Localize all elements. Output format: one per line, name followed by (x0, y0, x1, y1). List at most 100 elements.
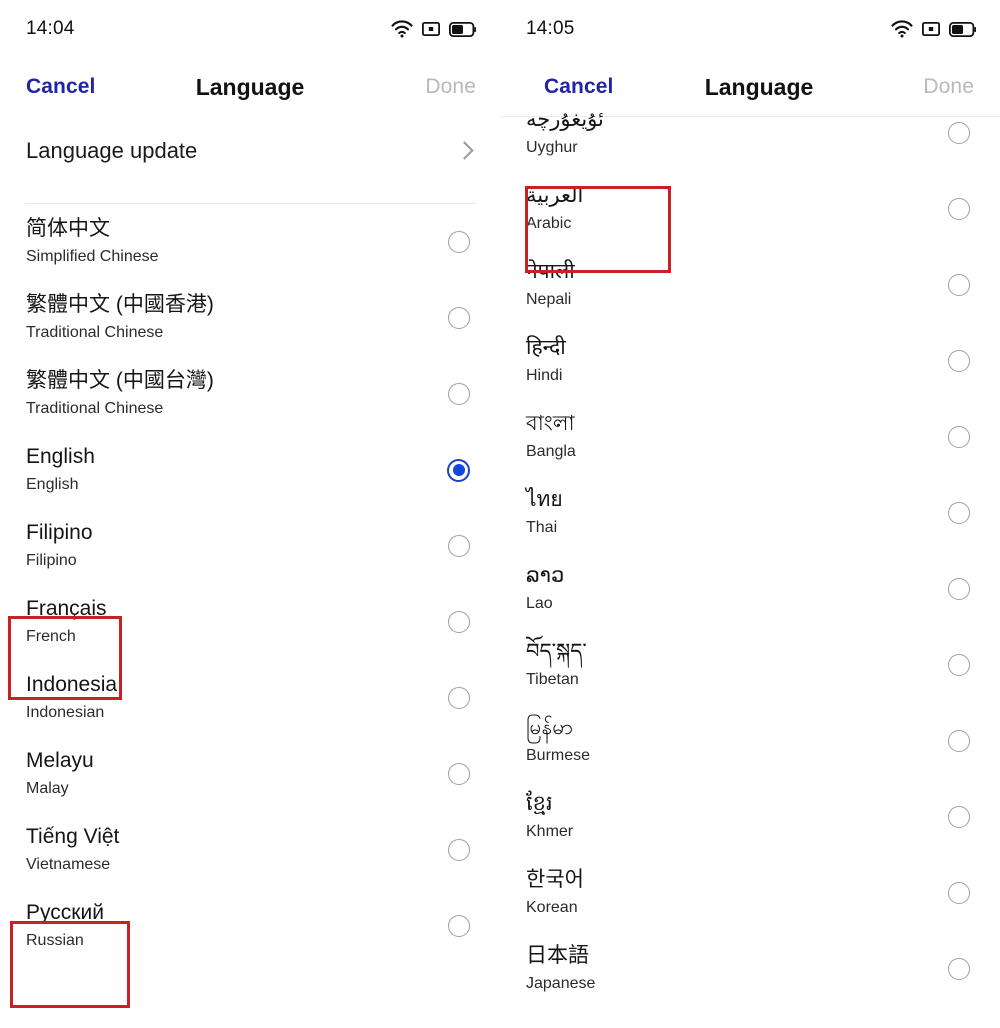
radio-button-selected[interactable] (447, 458, 470, 482)
language-row[interactable]: ລາວ Lao (500, 551, 1000, 627)
language-english-name: Malay (26, 779, 69, 797)
language-row-texts: ไทย Thai (526, 487, 563, 538)
language-english-name: Hindi (526, 366, 563, 384)
language-row[interactable]: Русский Russian (0, 888, 500, 964)
language-row-texts: 日本語 Japanese (526, 943, 595, 994)
language-english-name: English (26, 475, 79, 493)
language-row-texts: 简体中文 Simplified Chinese (26, 216, 159, 267)
language-native-name: 繁體中文 (中國香港) (26, 293, 214, 317)
language-rows-left: 简体中文 Simplified Chinese 繁體中文 (中國香港) Traditi… (0, 204, 500, 964)
language-row[interactable]: Melayu Malay (0, 736, 500, 812)
language-row-texts: ລາວ Lao (526, 563, 564, 614)
language-english-name: Khmer (526, 822, 574, 840)
language-row[interactable]: 日本語 Japanese (500, 931, 1000, 1007)
language-english-name: Japanese (526, 974, 596, 992)
radio-button[interactable] (948, 806, 970, 828)
language-row[interactable]: ខ្មែរ Khmer (500, 779, 1000, 855)
language-update-row[interactable]: Language update (0, 116, 500, 186)
battery-icon (449, 21, 476, 37)
radio-button[interactable] (448, 535, 470, 557)
language-row[interactable]: 简体中文 Simplified Chinese (0, 204, 500, 280)
language-row-texts: Indonesia Indonesian (26, 672, 117, 723)
radio-button[interactable] (448, 231, 470, 253)
language-english-name: Traditional Chinese (26, 399, 164, 417)
language-row[interactable]: हिन्दी Hindi (500, 323, 1000, 399)
language-row[interactable]: 한국어 Korean (500, 855, 1000, 931)
radio-button[interactable] (448, 839, 470, 861)
status-icon-group (891, 20, 976, 38)
language-native-name: Tiếng Việt (26, 825, 120, 849)
radio-button[interactable] (948, 958, 970, 980)
language-native-name: Русский (26, 901, 104, 925)
language-english-name: French (26, 627, 76, 645)
language-row-texts: 繁體中文 (中國台灣) Traditional Chinese (26, 368, 214, 419)
language-row[interactable]: 繁體中文 (中國台灣) Traditional Chinese (0, 356, 500, 432)
language-native-name: Français (26, 597, 107, 621)
language-row[interactable]: বাংলা Bangla (500, 399, 1000, 475)
language-english-name: Thai (526, 518, 558, 536)
language-row-texts: မြန်မာ Burmese (526, 715, 590, 766)
radio-button[interactable] (948, 198, 970, 220)
language-native-name: ไทย (526, 488, 563, 512)
language-row-texts: العربية Arabic (526, 183, 583, 234)
language-row-texts: Français French (26, 596, 107, 647)
radio-button[interactable] (948, 882, 970, 904)
language-row[interactable]: ไทย Thai (500, 475, 1000, 551)
radio-button[interactable] (448, 687, 470, 709)
language-row[interactable]: नेपाली Nepali (500, 247, 1000, 323)
language-native-name: 한국어 (526, 868, 584, 892)
language-row[interactable]: 繁體中文 (中國香港) Traditional Chinese (0, 280, 500, 356)
language-english-name: Nepali (526, 290, 572, 308)
language-list-right: ئۇيغۇرچە Uyghur العربية Arabic नेपाली Nepali ह… (500, 95, 1000, 1007)
language-native-name: English (26, 445, 95, 469)
language-english-name: Burmese (526, 746, 591, 764)
radio-button[interactable] (948, 350, 970, 372)
language-native-name: বাংলা (526, 412, 575, 436)
language-english-name: Indonesian (26, 703, 105, 721)
nav-bar: Cancel Language Done (0, 58, 500, 116)
radio-button[interactable] (948, 502, 970, 524)
language-list-left: Language update 简体中文 Simplified Chinese 繁體… (0, 116, 500, 964)
phone-screen-right: 14:05 Cancel Language Done ئۇيغۇرچە Uygh… (500, 0, 1000, 1028)
language-row[interactable]: Indonesia Indonesian (0, 660, 500, 736)
radio-button[interactable] (948, 654, 970, 676)
language-native-name: 简体中文 (26, 217, 110, 241)
screencast-icon (422, 22, 440, 36)
language-row[interactable]: العربية Arabic (500, 171, 1000, 247)
language-native-name: Melayu (26, 749, 94, 773)
wifi-icon (891, 20, 913, 38)
language-native-name: नेपाली (526, 260, 575, 284)
language-english-name: Traditional Chinese (26, 323, 164, 341)
language-row-texts: 한국어 Korean (526, 867, 584, 918)
radio-button[interactable] (448, 763, 470, 785)
radio-button[interactable] (448, 307, 470, 329)
dual-screenshot-container: 14:04 Cancel Language Done Language upda… (0, 0, 1000, 1028)
language-english-name: Korean (526, 898, 578, 916)
language-english-name: Arabic (526, 214, 572, 232)
battery-icon (949, 21, 976, 37)
language-row[interactable]: English English (0, 432, 500, 508)
language-row-texts: 繁體中文 (中國香港) Traditional Chinese (26, 292, 214, 343)
language-row-texts: English English (26, 444, 95, 495)
language-row[interactable]: བོད་སྐད་ Tibetan (500, 627, 1000, 703)
radio-button[interactable] (448, 915, 470, 937)
radio-button[interactable] (948, 578, 970, 600)
radio-button[interactable] (948, 122, 970, 144)
radio-button[interactable] (948, 426, 970, 448)
radio-button[interactable] (948, 730, 970, 752)
radio-button[interactable] (448, 611, 470, 633)
radio-button[interactable] (448, 383, 470, 405)
radio-button[interactable] (948, 274, 970, 296)
language-row-texts: Tiếng Việt Vietnamese (26, 824, 119, 875)
language-row[interactable]: Français French (0, 584, 500, 660)
language-row[interactable]: မြန်မာ Burmese (500, 703, 1000, 779)
language-row[interactable]: Filipino Filipino (0, 508, 500, 584)
language-row[interactable]: Tiếng Việt Vietnamese (0, 812, 500, 888)
language-native-name: བོད་སྐད་ (526, 640, 587, 664)
language-english-name: Russian (26, 931, 84, 949)
language-english-name: Tibetan (526, 670, 579, 688)
language-native-name: Filipino (26, 521, 93, 545)
language-row-texts: ខ្មែរ Khmer (526, 791, 573, 842)
language-row-texts: नेपाली Nepali (526, 259, 575, 310)
page-title: Language (704, 73, 814, 100)
